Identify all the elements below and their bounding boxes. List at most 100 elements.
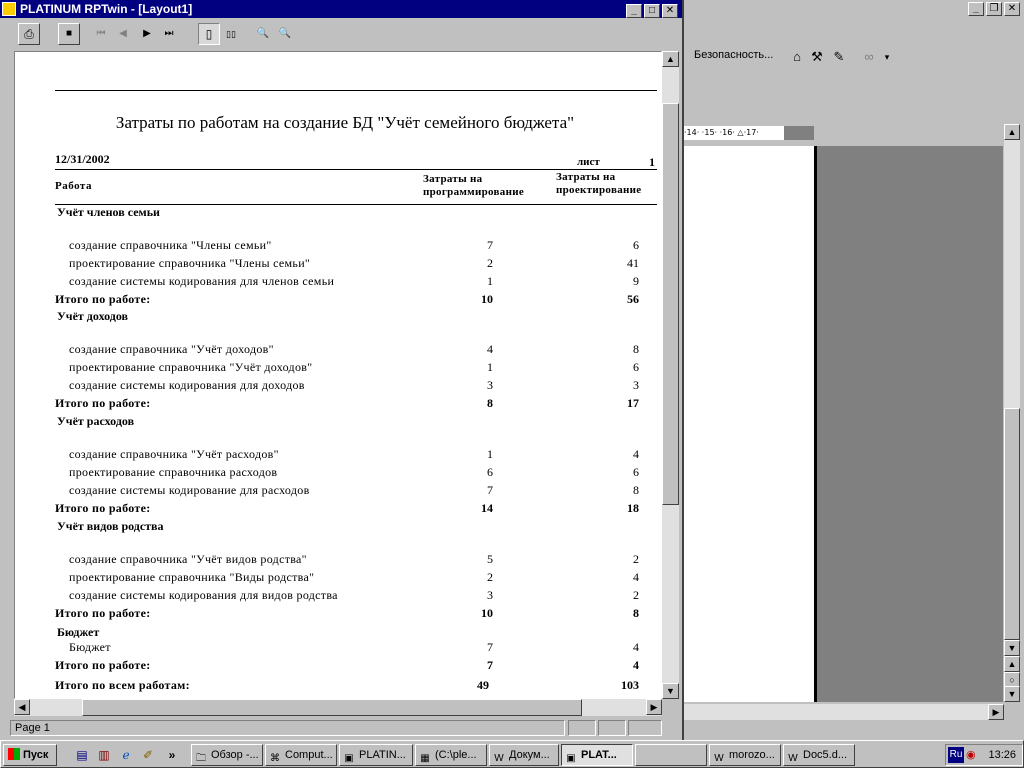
row-label: проектирование справочника расходов	[69, 465, 278, 479]
chevron-down-icon[interactable]: ▾	[878, 48, 896, 66]
word-quicklaunch-icon[interactable]: ▤	[73, 747, 91, 763]
taskbar-button[interactable]: ▣ PLAT...	[561, 744, 633, 766]
word-document-page[interactable]	[684, 146, 817, 702]
grand-total-programming: 49	[477, 678, 489, 692]
column-header-programming-line1: Затраты на	[423, 173, 483, 185]
print-icon[interactable]: ⎙	[18, 23, 40, 45]
notes-quicklaunch-icon[interactable]: ✐	[139, 747, 157, 763]
report-row: проектирование справочника "Члены семьи"…	[15, 256, 661, 272]
link-icon[interactable]: ∞	[860, 48, 878, 66]
row-label: Бюджет	[69, 640, 111, 654]
design-icon[interactable]: ✎	[830, 48, 848, 66]
taskbar-button[interactable]: ⌘ Comput...	[265, 744, 337, 766]
prev-page-icon[interactable]: ◀	[112, 23, 134, 45]
row-design-cost: 2	[633, 552, 639, 566]
report-row: создание справочника "Учёт расходов" 1 4	[15, 447, 661, 463]
scroll-down-arrow-icon[interactable]: ▼	[662, 683, 679, 699]
group-total-label: Итого по работе:	[55, 396, 151, 410]
grand-total-row: Итого по всем работам: 49 103	[15, 678, 661, 694]
word-doc-icon: W	[714, 753, 724, 764]
scroll-up-arrow-icon[interactable]: ▲	[662, 51, 679, 67]
taskbar-button[interactable]: 🗀 Обзор -...	[191, 744, 263, 766]
start-button[interactable]: Пуск	[3, 744, 57, 766]
last-page-icon[interactable]: ⏭	[158, 23, 180, 45]
taskbar-button[interactable]	[635, 744, 707, 766]
next-page-icon[interactable]: ▶	[136, 23, 158, 45]
scroll-thumb[interactable]	[662, 103, 679, 505]
row-programming-cost: 2	[487, 256, 493, 270]
taskbar-button[interactable]: W Doc5.d...	[783, 744, 855, 766]
taskbar-button[interactable]: Wmorozo...	[709, 744, 781, 766]
first-page-icon[interactable]: ⏮	[90, 23, 112, 45]
row-design-cost: 3	[633, 378, 639, 392]
security-menu-button[interactable]: Безопасность...	[694, 49, 773, 61]
scroll-right-arrow-icon[interactable]: ▶	[646, 699, 662, 715]
minimize-button[interactable]: _	[968, 2, 984, 16]
quicklaunch-more-icon[interactable]: »	[163, 747, 181, 763]
scroll-left-arrow-icon[interactable]: ◀	[14, 699, 30, 715]
group-total-label: Итого по работе:	[55, 658, 151, 672]
grand-total-label: Итого по всем работам:	[55, 678, 190, 692]
folder-icon: ▦	[420, 753, 430, 764]
row-programming-cost: 2	[487, 570, 493, 584]
row-programming-cost: 7	[487, 238, 493, 252]
taskbar-button[interactable]: ▦ (C:\ple...	[415, 744, 487, 766]
start-label: Пуск	[23, 749, 49, 761]
two-pages-icon[interactable]: ▯▯	[220, 23, 242, 45]
restore-button[interactable]: ❐	[986, 2, 1002, 16]
group-total-row: Итого по работе: 7 4	[15, 658, 661, 674]
word-window: _ ❐ ✕ Безопасность... ⌂ ⚒ ✎ ∞ ▾ ·14· ·15· …	[684, 0, 1024, 720]
prev-page-icon[interactable]: ▲	[1004, 656, 1020, 672]
tools-icon[interactable]: ⚒	[808, 48, 826, 66]
row-design-cost: 6	[633, 238, 639, 252]
scroll-up-arrow-icon[interactable]: ▲	[1004, 124, 1020, 140]
grand-total-design: 103	[621, 678, 639, 692]
scroll-right-arrow-icon[interactable]: ▶	[988, 704, 1004, 720]
internet-explorer-icon[interactable]: ℯ	[117, 747, 135, 763]
scroll-down-arrow-icon[interactable]: ▼	[1004, 640, 1020, 656]
stop-icon[interactable]: ■	[58, 23, 80, 45]
ruler-margin	[784, 126, 814, 140]
taskbar-button[interactable]: W Докум...	[489, 744, 559, 766]
group-header: Учёт доходов	[57, 309, 129, 323]
volume-icon[interactable]: ◉	[966, 748, 980, 762]
system-tray: Ru ◉ 13:26	[945, 744, 1023, 766]
app-icon[interactable]	[2, 2, 16, 16]
single-page-icon[interactable]: ▯	[198, 23, 220, 45]
scroll-thumb[interactable]	[82, 699, 582, 716]
close-button[interactable]: ✕	[662, 4, 678, 18]
taskbar-button[interactable]: ▣ PLATIN...	[339, 744, 413, 766]
report-row: создание системы кодирование для расходо…	[15, 483, 661, 499]
group-total-programming: 8	[487, 396, 493, 410]
row-design-cost: 6	[633, 360, 639, 374]
row-design-cost: 4	[633, 640, 639, 654]
bookshelf-quicklaunch-icon[interactable]: ▥	[95, 747, 113, 763]
word-document-background	[817, 146, 1003, 702]
scroll-thumb[interactable]	[1004, 408, 1020, 640]
row-programming-cost: 3	[487, 588, 493, 602]
zoom-out-icon[interactable]: 🔍	[274, 23, 296, 45]
status-panel	[568, 720, 596, 736]
horizontal-scrollbar[interactable]: ◀ ▶	[14, 699, 662, 716]
maximize-button[interactable]: □	[644, 4, 660, 18]
row-design-cost: 2	[633, 588, 639, 602]
title-bar[interactable]: PLATINUM RPTwin - [Layout1] _ □ ✕	[0, 0, 682, 18]
word-vertical-scrollbar[interactable]: ▲ ▼ ▲ ○ ▼	[1004, 124, 1020, 702]
report-row: создание справочника "Учёт видов родства…	[15, 552, 661, 568]
word-doc-icon: W	[788, 753, 798, 764]
taskbar-button-label: Обзор -...	[211, 749, 259, 761]
group-total-programming: 14	[481, 501, 493, 515]
next-page-icon[interactable]: ▼	[1004, 686, 1020, 702]
language-indicator[interactable]: Ru	[948, 747, 964, 763]
minimize-button[interactable]: _	[626, 4, 642, 18]
group-total-label: Итого по работе:	[55, 606, 151, 620]
zoom-in-icon[interactable]: 🔍	[252, 23, 274, 45]
row-programming-cost: 4	[487, 342, 493, 356]
group-header: Учёт членов семьи	[57, 205, 160, 219]
word-horizontal-scrollbar[interactable]: ▶	[684, 704, 1004, 720]
close-button[interactable]: ✕	[1004, 2, 1020, 16]
toolbox-icon[interactable]: ⌂	[788, 48, 806, 66]
vertical-scrollbar[interactable]: ▲ ▼	[662, 51, 679, 699]
row-label: проектирование справочника "Виды родства…	[69, 570, 315, 584]
top-rule	[55, 90, 657, 91]
